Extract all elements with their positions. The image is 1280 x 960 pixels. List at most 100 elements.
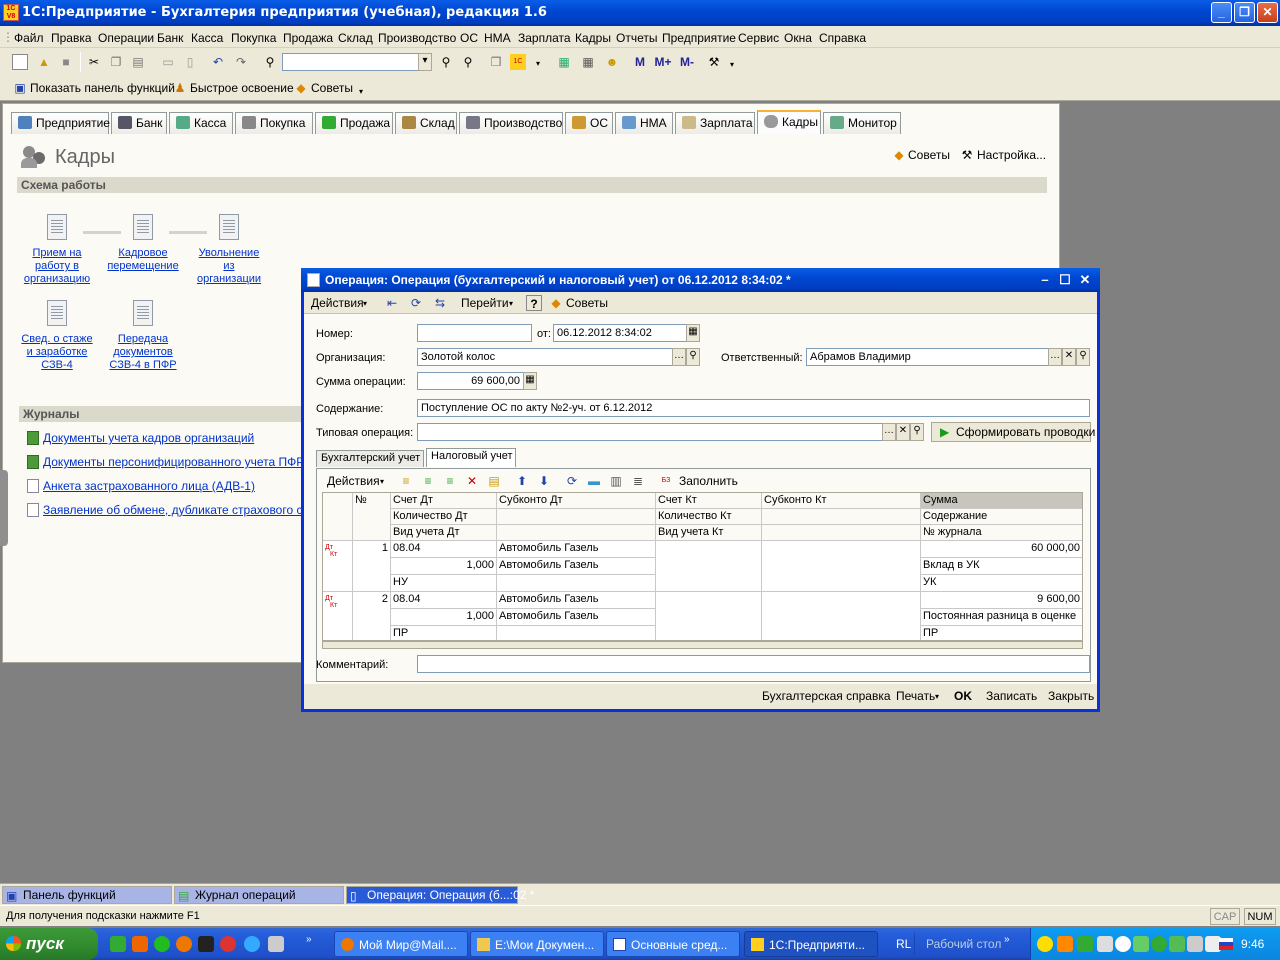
app-title-bar[interactable]: 1C V8 1С:Предприятие - Бухгалтерия предпр… [0,0,1280,26]
calculator-icon[interactable]: ▦ [580,54,596,70]
find-icon[interactable]: ⚲ [262,54,278,70]
table-header[interactable]: № журнала [921,525,1082,541]
list-settings-icon[interactable]: ≣ [630,473,646,489]
add-row-icon[interactable]: ≡ [398,473,414,489]
fill-down-icon[interactable]: ▬ [586,473,602,489]
schema-dismissal-link[interactable]: Увольнение из организации [193,247,265,286]
refresh-icon[interactable]: ⟳ [564,473,580,489]
window-tab-operation[interactable]: ▯ Операция: Операция (б...:02 * [346,886,534,904]
close-icon[interactable]: ✕ [1257,2,1278,23]
maximize-icon[interactable]: ☐ [1057,272,1073,288]
more-quicklaunch-icon[interactable]: » [306,934,312,945]
goto-menu[interactable]: Перейти [461,296,509,310]
refresh-icon[interactable]: ⟳ [408,295,424,311]
save-button[interactable]: Записать [986,689,1037,703]
delete-row-icon[interactable]: ✕ [464,473,480,489]
tray-app-icon[interactable] [1151,936,1167,952]
schema-hire-link[interactable]: Прием на работу в организацию [21,247,93,286]
tray-app-icon[interactable] [1169,936,1185,952]
save-icon[interactable]: ■ [58,54,74,70]
table-cell[interactable] [656,541,762,592]
ok-button[interactable]: OK [954,689,972,703]
find-next-icon[interactable]: ⚲ [438,54,454,70]
dropdown-icon[interactable]: ▾ [509,299,513,308]
menu-purchase[interactable]: Покупка [231,31,276,45]
tray-app-icon[interactable] [1077,936,1093,952]
menu-reports[interactable]: Отчеты [616,31,657,45]
icq-icon[interactable] [132,936,148,952]
organization-field[interactable]: Золотой колос [417,348,673,366]
table-cell[interactable] [656,592,762,640]
open-search-icon[interactable]: ⚲ [1076,348,1090,366]
tools-icon[interactable]: ⚒ [706,54,722,70]
print-button[interactable]: Печать [896,689,935,703]
accounting-report-button[interactable]: Бухгалтерская справка [762,689,891,703]
table-header[interactable]: Счет Кт [656,493,762,509]
table-cell[interactable]: УК [921,575,1082,592]
table-header[interactable] [762,509,921,525]
memory-minus-icon[interactable]: M- [676,54,698,70]
table-cell[interactable]: Автомобиль Газель [497,558,656,575]
table-header[interactable] [497,509,656,525]
table-header[interactable]: Счет Дт [391,493,497,509]
dialog-title-bar[interactable]: Операция: Операция (бухгалтерский и нало… [301,268,1100,292]
table-cell[interactable]: Постоянная разница в оценке [921,609,1082,626]
table-cell[interactable]: 9 600,00 [921,592,1082,609]
table-cell[interactable]: Автомобиль Газель [497,609,656,626]
calendar-icon[interactable]: ▦ [686,324,700,342]
tab-accounting[interactable]: Бухгалтерский учет [316,450,424,467]
table-cell[interactable]: 1,000 [391,609,497,626]
clock[interactable]: 9:46 [1241,937,1264,951]
table-cell[interactable] [497,575,656,592]
close-button[interactable]: Закрыть [1048,689,1094,703]
undo-icon[interactable]: ↶ [210,54,226,70]
tips-button[interactable]: Советы [311,81,353,95]
table-header[interactable]: Вид учета Кт [656,525,762,541]
help-icon[interactable]: ? [526,295,542,311]
table-cell[interactable] [497,626,656,640]
table-cell[interactable]: НУ [391,575,497,592]
menu-enterprise[interactable]: Предприятие [662,31,736,45]
responsible-field[interactable]: Абрамов Владимир [806,348,1049,366]
menu-help[interactable]: Справка [819,31,866,45]
tab-enterprise[interactable]: Предприятие [11,112,110,134]
user-icon[interactable]: ☻ [604,54,620,70]
clear-icon[interactable]: ✕ [896,423,910,441]
content-field[interactable]: Поступление ОС по акту №2-уч. от 6.12.20… [417,399,1090,417]
show-panel-button[interactable]: Показать панель функций [30,81,175,95]
task-folder[interactable]: E:\Мои Докумен... [470,931,604,957]
cut-icon[interactable]: ✂ [86,54,102,70]
table-cell[interactable]: Автомобиль Газель [497,592,656,609]
menu-salary[interactable]: Зарплата [518,31,571,45]
printer-icon[interactable] [1097,936,1113,952]
clear-icon[interactable]: ✕ [1062,348,1076,366]
start-button[interactable]: пуск [0,928,98,960]
tab-purchase[interactable]: Покупка [235,112,313,134]
tray-app-icon[interactable] [1057,936,1073,952]
tab-monitor[interactable]: Монитор [823,112,901,134]
schema-szv4-link[interactable]: Свед. о стаже и заработке СЗВ-4 [17,333,97,372]
schema-transfer-link[interactable]: Кадровое перемещение [103,247,183,273]
menu-os[interactable]: ОС [460,31,478,45]
tab-sales[interactable]: Продажа [315,112,393,134]
window-tab-panel[interactable]: ▣ Панель функций [2,886,172,904]
number-field[interactable] [417,324,532,342]
document-icon[interactable] [133,300,153,326]
utorrent-icon[interactable] [110,936,126,952]
tools-dropdown-icon[interactable]: ▾ [724,57,740,73]
journal-exchange-link[interactable]: Заявление об обмене, дубликате страховог… [43,503,301,517]
print-dropdown-icon[interactable]: ▾ [935,692,939,701]
media-icon[interactable] [220,936,236,952]
menu-hr[interactable]: Кадры [575,31,611,45]
tab-cash[interactable]: Касса [169,112,233,134]
table-scrollbar[interactable] [322,641,1083,649]
open-search-icon[interactable]: ⚲ [910,423,924,441]
browser-icon[interactable] [154,936,170,952]
table-cell[interactable]: ПР [921,626,1082,640]
dropdown-icon[interactable]: ▾ [530,56,546,72]
minimize-icon[interactable]: _ [1211,2,1232,23]
structure-icon[interactable]: ⇆ [432,295,448,311]
tab-hr[interactable]: Кадры [757,110,821,134]
table-cell[interactable] [762,592,921,640]
quick-learn-button[interactable]: Быстрое освоение [190,81,294,95]
